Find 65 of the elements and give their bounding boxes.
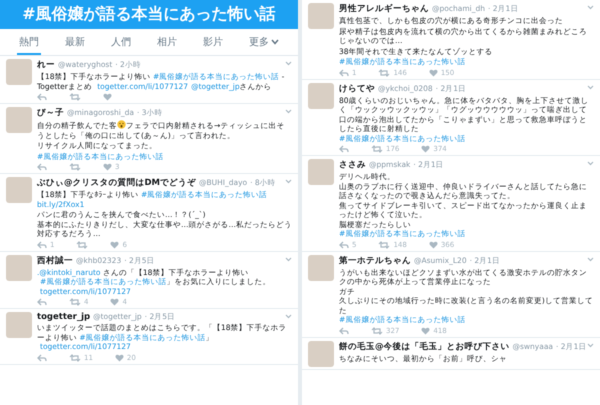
chevron-down-icon[interactable] <box>587 342 594 348</box>
retweet-icon[interactable] <box>378 240 390 248</box>
chevron-down-icon[interactable] <box>285 61 292 66</box>
avatar-image[interactable] <box>308 159 334 185</box>
heart-icon[interactable] <box>103 93 112 101</box>
user-name[interactable]: 西村誠一 <box>37 254 73 266</box>
retweet-icon[interactable] <box>69 163 81 171</box>
reply-icon[interactable] <box>37 163 47 171</box>
heart-icon[interactable] <box>114 354 124 362</box>
heart-icon[interactable] <box>110 240 120 248</box>
tab[interactable]: 最新 <box>63 29 87 55</box>
chevron-down-icon[interactable] <box>587 161 594 166</box>
reply-icon[interactable] <box>339 68 349 76</box>
user-name[interactable]: ぶひぃ@クリスタの質問はDMでどうぞ <box>37 177 196 189</box>
avatar-image[interactable] <box>308 82 334 108</box>
avatar-image[interactable] <box>308 340 334 366</box>
heart-icon[interactable] <box>103 163 112 171</box>
user-name[interactable]: けらてや <box>339 82 375 94</box>
reply-icon[interactable] <box>339 326 349 334</box>
avatar-image[interactable] <box>6 107 32 133</box>
reply-icon[interactable] <box>339 145 349 153</box>
user-name[interactable]: togetter_jp <box>37 312 90 322</box>
reply-icon[interactable] <box>37 298 47 306</box>
retweet-icon[interactable] <box>378 68 390 76</box>
heart-icon[interactable] <box>428 240 438 248</box>
retweet-icon[interactable] <box>69 354 81 362</box>
tab[interactable]: 相片 <box>155 29 179 55</box>
chevron-down-icon[interactable] <box>285 179 292 184</box>
tab[interactable]: 人們 <box>109 29 133 55</box>
heart-icon[interactable] <box>421 145 430 153</box>
chevron-down-icon[interactable] <box>587 5 594 10</box>
retweet-icon[interactable] <box>69 93 81 101</box>
heart-icon[interactable] <box>110 298 120 306</box>
reply-icon[interactable] <box>37 354 47 362</box>
chevron-down-icon[interactable] <box>285 109 292 114</box>
avatar-image[interactable] <box>6 312 32 338</box>
user-name[interactable]: れー <box>37 59 55 71</box>
reply-icon[interactable] <box>37 240 47 248</box>
avatar-image[interactable] <box>6 254 32 280</box>
chevron-down-icon <box>271 39 279 45</box>
tab[interactable]: 影片 <box>201 29 225 55</box>
chevron-down-icon[interactable] <box>285 314 292 319</box>
chevron-down-icon[interactable] <box>285 256 292 262</box>
chevron-down-icon[interactable] <box>587 256 594 262</box>
hashtag-title: #風俗嬢が語る本当にあった怖い話 <box>0 0 298 29</box>
chevron-down-icon[interactable] <box>587 84 594 90</box>
avatar-image[interactable] <box>308 254 334 280</box>
reply-icon[interactable] <box>339 240 349 248</box>
retweet-icon[interactable] <box>69 298 81 306</box>
tab[interactable]: 更多 <box>247 29 281 55</box>
avatar-image[interactable] <box>308 3 334 29</box>
user-name[interactable]: ささみ <box>339 159 366 171</box>
retweet-icon[interactable] <box>76 240 88 248</box>
avatar-image[interactable] <box>6 59 32 85</box>
user-name[interactable]: び～子 <box>37 107 64 119</box>
avatar-image[interactable] <box>6 177 32 203</box>
user-name[interactable]: 第一ホテルちゃん <box>339 254 411 266</box>
user-name[interactable]: 餅の毛玉@今後は「毛玉」とお呼び下さい <box>339 340 510 352</box>
retweet-icon[interactable] <box>371 326 383 334</box>
reply-icon[interactable] <box>37 93 47 101</box>
heart-icon[interactable] <box>428 68 438 76</box>
heart-icon[interactable] <box>421 326 430 334</box>
retweet-icon[interactable] <box>371 145 383 153</box>
user-name[interactable]: 男性アレルギーちゃん <box>339 3 429 15</box>
surprised-face-icon <box>117 120 126 129</box>
